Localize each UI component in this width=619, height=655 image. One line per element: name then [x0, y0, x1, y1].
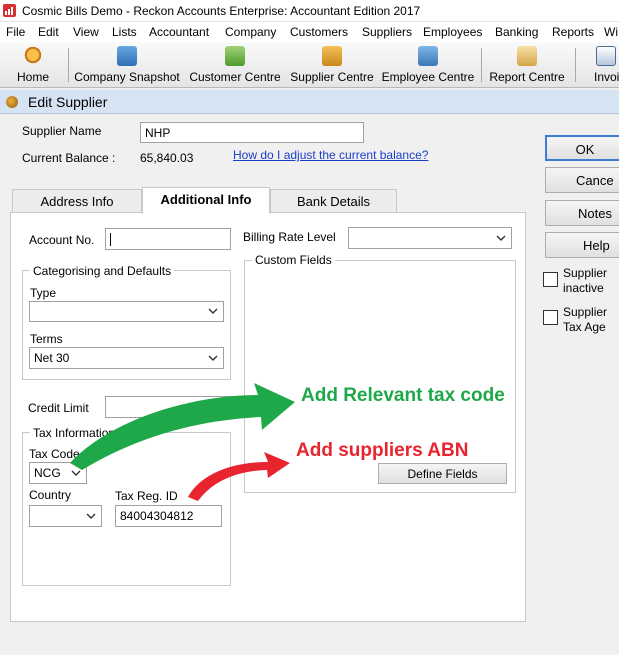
tax-code-annotation: Add Relevant tax code — [301, 385, 505, 406]
report-centre-label: Report Centre — [489, 70, 565, 84]
menu-lists[interactable]: Lists — [112, 25, 137, 39]
menu-suppliers[interactable]: Suppliers — [362, 25, 412, 39]
snapshot-icon — [117, 46, 137, 66]
ok-button[interactable]: OK — [545, 135, 619, 161]
cancel-button[interactable]: Cance — [545, 167, 619, 193]
app-title: Cosmic Bills Demo - Reckon Accounts Ente… — [22, 4, 421, 18]
menu-employees[interactable]: Employees — [423, 25, 482, 39]
chevron-down-icon[interactable] — [493, 230, 509, 246]
chevron-down-icon[interactable] — [205, 350, 221, 366]
toolbar-separator — [481, 48, 482, 82]
supplier-centre-button[interactable]: Supplier Centre — [288, 44, 376, 86]
abn-annotation: Add suppliers ABN — [296, 440, 469, 461]
app-logo-icon — [3, 4, 16, 17]
employee-centre-button[interactable]: Employee Centre — [380, 44, 476, 86]
tab-address-info[interactable]: Address Info — [12, 189, 142, 213]
billing-rate-select[interactable] — [348, 227, 512, 249]
supplier-name-label: Supplier Name — [22, 124, 102, 138]
tax-code-label: Tax Code — [29, 447, 80, 461]
define-fields-button[interactable]: Define Fields — [378, 463, 507, 484]
supplier-inactive-checkbox[interactable] — [543, 272, 558, 287]
text-cursor — [110, 233, 111, 247]
tax-reg-id-label: Tax Reg. ID — [115, 489, 178, 503]
supplier-inactive-label-2: inactive — [563, 281, 604, 295]
title-bar: Cosmic Bills Demo - Reckon Accounts Ente… — [0, 0, 619, 22]
menu-reports[interactable]: Reports — [552, 25, 594, 39]
tab-additional-info[interactable]: Additional Info — [142, 187, 270, 214]
tax-code-value: NCG — [34, 466, 61, 480]
country-label: Country — [29, 488, 72, 502]
menu-customers[interactable]: Customers — [290, 25, 348, 39]
company-snapshot-button[interactable]: Company Snapshot — [72, 44, 182, 86]
customer-centre-button[interactable]: Customer Centre — [187, 44, 283, 86]
report-centre-icon — [517, 46, 537, 66]
menu-edit[interactable]: Edit — [38, 25, 59, 39]
customer-centre-icon — [225, 46, 245, 66]
supplier-inactive-label-1: Supplier — [563, 266, 608, 280]
supplier-name-input[interactable]: NHP — [140, 122, 364, 143]
tax-reg-id-input[interactable]: 84004304812 — [115, 505, 222, 527]
menu-file[interactable]: File — [6, 25, 25, 39]
supplier-tax-agent-label-2: Tax Age — [563, 320, 606, 334]
account-no-label: Account No. — [29, 233, 95, 247]
tax-information-title: Tax Information — [30, 426, 119, 440]
window-title-bar: Edit Supplier — [0, 90, 619, 114]
current-balance-value: 65,840.03 — [140, 151, 194, 165]
home-label: Home — [16, 70, 49, 84]
menu-company[interactable]: Company — [225, 25, 276, 39]
menu-bar: File Edit View Lists Accountant Company … — [0, 22, 619, 42]
home-button[interactable]: Home — [6, 44, 60, 86]
employee-centre-icon — [418, 46, 438, 66]
billing-rate-label: Billing Rate Level — [243, 230, 336, 244]
invoice-label: Invoi — [594, 70, 619, 84]
account-no-input[interactable] — [105, 228, 231, 250]
employee-centre-label: Employee Centre — [381, 70, 475, 84]
toolbar-separator — [575, 48, 576, 82]
categorising-title: Categorising and Defaults — [30, 264, 175, 278]
country-select[interactable] — [29, 505, 102, 527]
supplier-tax-agent-label-1: Supplier — [563, 305, 608, 319]
menu-view[interactable]: View — [73, 25, 99, 39]
chevron-down-icon[interactable] — [205, 304, 221, 319]
toolbar-separator — [68, 48, 69, 82]
toolbar: Home Company Snapshot Customer Centre Su… — [0, 42, 619, 88]
report-centre-button[interactable]: Report Centre — [486, 44, 568, 86]
invoice-icon — [596, 46, 616, 66]
help-button[interactable]: Help — [545, 232, 619, 258]
adjust-balance-link[interactable]: How do I adjust the current balance? — [233, 148, 428, 162]
chevron-down-icon[interactable] — [68, 465, 84, 481]
credit-limit-input[interactable] — [105, 396, 231, 418]
supplier-centre-icon — [322, 46, 342, 66]
window-title: Edit Supplier — [28, 94, 108, 110]
tax-code-select[interactable]: NCG — [29, 462, 87, 484]
supplier-window-icon — [6, 96, 18, 108]
notes-button[interactable]: Notes — [545, 200, 619, 226]
menu-banking[interactable]: Banking — [495, 25, 538, 39]
current-balance-label: Current Balance : — [22, 151, 116, 165]
custom-fields-title: Custom Fields — [252, 253, 335, 267]
menu-accountant[interactable]: Accountant — [149, 25, 209, 39]
company-snapshot-label: Company Snapshot — [74, 70, 180, 84]
menu-window[interactable]: Wi — [604, 25, 618, 39]
terms-label: Terms — [30, 332, 63, 346]
supplier-tax-agent-checkbox[interactable] — [543, 310, 558, 325]
terms-select[interactable]: Net 30 — [29, 347, 224, 369]
chevron-down-icon[interactable] — [83, 508, 99, 524]
home-icon — [23, 46, 43, 66]
credit-limit-label: Credit Limit — [28, 401, 89, 415]
terms-value: Net 30 — [34, 351, 70, 365]
customer-centre-label: Customer Centre — [189, 70, 281, 84]
type-label: Type — [30, 286, 57, 300]
tab-bank-details[interactable]: Bank Details — [270, 189, 397, 213]
type-select[interactable] — [29, 301, 224, 322]
invoice-button[interactable]: Invoi — [588, 44, 619, 86]
supplier-centre-label: Supplier Centre — [290, 70, 374, 84]
